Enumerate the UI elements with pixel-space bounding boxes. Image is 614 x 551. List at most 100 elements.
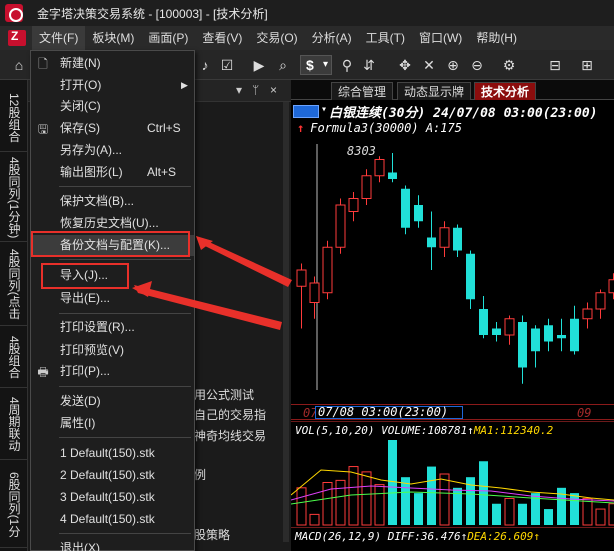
menu-recent-file[interactable]: 4 Default(150).stk: [31, 509, 194, 530]
menu-print[interactable]: 🖶 打印(P)...: [31, 361, 194, 382]
menu-help[interactable]: 帮助(H): [469, 26, 524, 50]
menu-new[interactable]: 🗋 新建(N): [31, 53, 194, 74]
sort-icon[interactable]: ⇵: [360, 56, 378, 74]
home-icon[interactable]: ⌂: [10, 56, 28, 74]
menu-recent-file[interactable]: 3 Default(150).stk: [31, 487, 194, 508]
tab-6-stock-1min[interactable]: 6股同列(1分: [0, 462, 28, 548]
menu-separator: [59, 533, 191, 534]
tab-4-period-link[interactable]: 4周期联动: [0, 390, 28, 460]
high-price-label: 8303: [347, 144, 376, 158]
menu-send[interactable]: 发送(D): [31, 391, 194, 412]
pane-separator: [291, 527, 614, 528]
period-selector[interactable]: [293, 104, 327, 118]
macd-text: MACD(26,12,9) DIFF:36.476↑: [295, 530, 468, 543]
pin-icon[interactable]: ᛘ: [252, 83, 259, 97]
volume-bar: [361, 471, 372, 526]
panel-dropdown-icon[interactable]: ▾: [236, 83, 242, 97]
menu-exit[interactable]: 退出(X): [31, 538, 194, 551]
panel-list-item[interactable]: 用公式测试: [194, 386, 254, 403]
tab-technical-analysis[interactable]: 技术分析: [474, 82, 537, 100]
candle-body: [453, 227, 462, 251]
menu-separator: [59, 259, 191, 260]
volume-bar: [608, 503, 614, 526]
tab-overview[interactable]: 综合管理: [331, 82, 394, 100]
chart-title: 白银连续(30分) 24/07/08 03:00(23:00): [329, 106, 598, 121]
move-icon[interactable]: ✥: [396, 56, 414, 74]
volume-bar: [504, 497, 515, 526]
volume-bar: [414, 493, 423, 525]
tab-4-stock-click[interactable]: 4股同列(点击: [0, 244, 28, 326]
volume-bar: [544, 509, 553, 525]
menu-file[interactable]: 文件(F): [32, 26, 86, 50]
menu-recent-file[interactable]: 1 Default(150).stk: [31, 443, 194, 464]
play-icon[interactable]: ▶: [250, 56, 268, 74]
volume-bar: [401, 477, 410, 525]
menu-tools[interactable]: 工具(T): [359, 26, 412, 50]
candle-body: [439, 227, 450, 248]
macd-dea: DEA:26.609↑: [467, 530, 541, 543]
volume-bar: [439, 473, 450, 526]
volume-bar: [374, 484, 385, 526]
tab-4-stock-group[interactable]: 4股组合: [0, 328, 28, 388]
candle-body: [361, 175, 372, 199]
menu-trade[interactable]: 交易(O): [249, 26, 304, 50]
volume-bar: [570, 493, 579, 525]
filter-icon[interactable]: ⚲: [338, 56, 356, 74]
candle-body: [504, 318, 515, 336]
menubar-logo-icon[interactable]: [8, 29, 26, 46]
menu-print-preview[interactable]: 打印预览(V): [31, 340, 194, 361]
menu-export[interactable]: 导出(E)...: [31, 288, 194, 309]
candle-body: [374, 159, 385, 177]
candle-body: [388, 172, 397, 179]
tab-12-stock-group[interactable]: 12股组合: [0, 84, 28, 152]
volume-text: VOL(5,10,20) VOLUME:108781↑: [295, 424, 474, 437]
candle-body: [296, 269, 307, 287]
panel-list-item[interactable]: 神奇均线交易: [194, 427, 266, 444]
menu-recent-file[interactable]: 2 Default(150).stk: [31, 465, 194, 486]
currency-dropdown[interactable]: $: [300, 55, 332, 75]
menu-print-setup[interactable]: 打印设置(R)...: [31, 317, 194, 338]
date-edge-right: 09: [577, 406, 592, 420]
volume-bar: [492, 503, 501, 525]
settings-icon[interactable]: ⚙: [500, 56, 518, 74]
menu-analysis[interactable]: 分析(A): [305, 26, 359, 50]
highlight-box-backup: [31, 231, 190, 257]
menu-window[interactable]: 窗口(W): [412, 26, 469, 50]
tab-4-stock-1min[interactable]: 4股同列(1分钟): [0, 154, 28, 242]
menu-save-as[interactable]: 另存为(A)...: [31, 140, 194, 161]
close-icon[interactable]: ×: [270, 83, 277, 97]
search-icon[interactable]: ⌕: [274, 56, 292, 74]
panel-list-item[interactable]: 例: [194, 466, 206, 483]
tab-dynamic-board[interactable]: 动态显示牌: [397, 82, 472, 100]
menu-sector[interactable]: 板块(M): [85, 26, 141, 50]
candle-body: [531, 328, 540, 352]
title-bar: 金字塔决策交易系统 - [100003] - [技术分析]: [0, 0, 614, 26]
menu-close[interactable]: 关闭(C): [31, 96, 194, 117]
candle-body: [414, 205, 423, 222]
grid-icon[interactable]: ⊞: [578, 56, 596, 74]
menu-properties[interactable]: 属性(I): [31, 413, 194, 434]
menu-view[interactable]: 查看(V): [195, 26, 249, 50]
zoom-in-icon[interactable]: ⊕: [444, 56, 462, 74]
panel-list-item[interactable]: 股策略: [194, 526, 230, 543]
menu-open[interactable]: 打开(O) ▶: [31, 75, 194, 96]
panel-scrollbar[interactable]: [283, 102, 289, 542]
chart-tab-bar: 综合管理 动态显示牌 技术分析: [291, 80, 614, 100]
split-icon[interactable]: ⊟: [546, 56, 564, 74]
zoom-out-icon[interactable]: ⊖: [468, 56, 486, 74]
menu-export-image[interactable]: 输出图形(L) Alt+S: [31, 162, 194, 183]
chart-canvas[interactable]: [291, 100, 614, 551]
volume-bar: [335, 479, 346, 526]
panel-list-item[interactable]: 自己的交易指: [194, 406, 266, 423]
volume-bar: [518, 503, 527, 525]
menu-protect[interactable]: 保护文档(B)...: [31, 191, 194, 212]
bell-icon[interactable]: ♪: [196, 56, 214, 74]
menu-bar: 文件(F) 板块(M) 画面(P) 查看(V) 交易(O) 分析(A) 工具(T…: [0, 26, 614, 50]
crosshair-icon[interactable]: ✕: [420, 56, 438, 74]
chart-icon[interactable]: ☑: [218, 56, 236, 74]
menu-separator: [59, 313, 191, 314]
menu-view-screen[interactable]: 画面(P): [141, 26, 195, 50]
volume-bar: [296, 487, 307, 526]
menu-save[interactable]: 🖫 保存(S) Ctrl+S: [31, 118, 194, 139]
price-chart[interactable]: 白银连续(30分) 24/07/08 03:00(23:00) ↑ Formula…: [291, 100, 614, 551]
